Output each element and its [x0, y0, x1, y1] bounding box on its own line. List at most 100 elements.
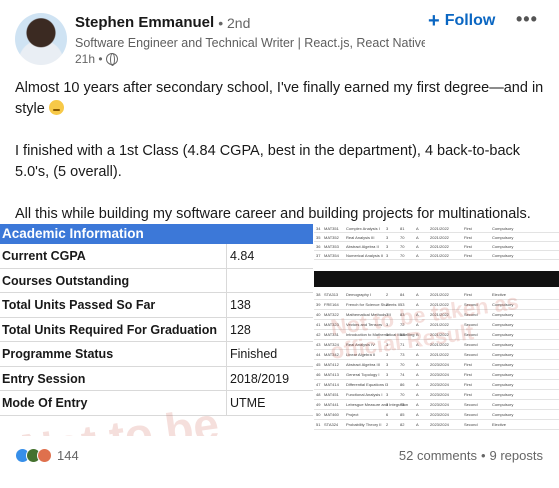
academic-row-value	[227, 269, 230, 293]
transcript-cell: 85	[400, 412, 405, 417]
academic-row-label: Courses Outstanding	[0, 268, 227, 292]
transcript-cell: 3	[386, 243, 389, 249]
transcript-cell: MAT451	[324, 392, 339, 397]
transcript-cell: 45	[316, 362, 321, 367]
transcript-cell: First	[464, 243, 472, 249]
academic-row-value: 2018/2019	[230, 371, 290, 386]
transcript-row: 35 MAT352 Real Analysis III 3 70 A 2021/2022 Fi…	[314, 233, 559, 242]
transcript-row: 46 MAT413 General Topology I 3 74 A 2023/2024 F…	[314, 370, 559, 380]
follow-label: Follow	[444, 12, 496, 29]
author-name[interactable]: Stephen Emmanuel	[75, 14, 214, 31]
academic-row: Total Units Passed So Far 138	[0, 293, 313, 318]
academic-row: Courses Outstanding	[0, 268, 313, 293]
transcript-cell: 47	[316, 382, 321, 387]
transcript-row: 48 MAT451 Functional Analysis I 3 70 A 2023/20…	[314, 390, 559, 400]
reaction-count: 144	[57, 448, 79, 463]
transcript-cell: 3	[386, 402, 389, 407]
transcript-cell: FRE164	[324, 302, 339, 307]
transcript-cell: Compulsory	[492, 412, 514, 417]
transcript-cell: Lebesgue Measure and Integration	[346, 402, 409, 407]
feed-post-card: Stephen Emmanuel • 2nd Software Engineer…	[0, 0, 559, 488]
transcript-cell: Compulsory	[492, 402, 514, 407]
transcript-cell: Compulsory	[492, 352, 514, 357]
transcript-cell: MAT353	[324, 243, 339, 249]
transcript-cell: 70	[400, 362, 405, 367]
transcript-cell: 36	[316, 243, 321, 249]
transcript-cell: Compulsory	[492, 372, 514, 377]
transcript-cell: 51	[316, 422, 321, 427]
transcript-cell: 37	[316, 252, 321, 258]
transcript-row: 51 STA324 Probability Theory II 2 82 A 2023/20…	[314, 420, 559, 430]
transcript-cell: First	[464, 392, 472, 397]
transcript-cell: 2023/2024	[430, 362, 449, 367]
transcript-cell: MAT413	[324, 372, 339, 377]
transcript-cell: French for Science Students II	[346, 302, 400, 307]
connection-degree: • 2nd	[218, 14, 251, 31]
transcript-cell: STA324	[324, 422, 339, 427]
transcript-cell: Elective	[492, 422, 507, 427]
transcript-cell: A	[416, 292, 419, 297]
academic-row-value: 138	[230, 298, 251, 312]
transcript-cell: 70	[400, 243, 405, 249]
post-text: Almost 10 years after secondary school, …	[15, 78, 545, 246]
transcript-cell: MAT460	[324, 412, 339, 417]
transcript-cell: 2023/2024	[430, 382, 449, 387]
post-image[interactable]: Academic Information Current CGPA 4.84 Cou…	[0, 224, 559, 436]
avatar[interactable]	[15, 13, 67, 65]
transcript-cell: 2021/2022	[430, 352, 449, 357]
transcript-cell: MAT354	[324, 252, 339, 258]
transcript-cell: Compulsory	[492, 392, 514, 397]
transcript-cell: MAT352	[324, 234, 339, 240]
transcript-cell: 2021/2022	[430, 252, 449, 258]
transcript-cell: 49	[316, 402, 321, 407]
transcript-cell: 42	[316, 332, 321, 337]
transcript-cell: A	[416, 382, 419, 387]
transcript-cell: Real Analysis III	[346, 234, 375, 240]
transcript-row: 47 MAT414 Differential Equations I 3 86 A 2023…	[314, 380, 559, 390]
transcript-cell: 41	[316, 322, 321, 327]
transcript-row: 34 MAT351 Complex Analysis I 3 81 A 2021/2022 F…	[314, 224, 559, 233]
transcript-cell: Second	[464, 412, 478, 417]
author-headline: Software Engineer and Technical Writer |…	[75, 36, 425, 50]
academic-row-label: Total Units Required For Graduation	[0, 317, 227, 341]
follow-button[interactable]: + Follow	[428, 10, 495, 32]
transcript-cell: Differential Equations I	[346, 382, 387, 387]
academic-row-label: Programme Status	[0, 342, 227, 366]
transcript-cell: 3	[386, 362, 389, 367]
transcript-cell: Second	[464, 352, 478, 357]
transcript-cell: 3	[386, 225, 389, 231]
transcript-cell: A	[416, 412, 419, 417]
transcript-cell: Abstract Algebra II	[346, 243, 379, 249]
post-time: 21h •	[75, 52, 103, 66]
transcript-cell: 70	[400, 392, 405, 397]
transcript-cell: Compulsory	[492, 382, 514, 387]
transcript-cell: MAT351	[324, 225, 339, 231]
transcript-cell: STA313	[324, 292, 339, 297]
academic-row-value: UTME	[230, 396, 266, 410]
academic-row: Current CGPA 4.84	[0, 244, 313, 269]
transcript-cell: Compulsory	[492, 362, 514, 367]
transcript-cell: 2023/2024	[430, 392, 449, 397]
transcript-cell: 40	[316, 312, 321, 317]
academic-header: Academic Information	[0, 224, 313, 244]
transcript-row: 36 MAT353 Abstract Algebra II 3 70 A 2021/2022…	[314, 242, 559, 251]
reactions-summary[interactable]: 144	[15, 448, 79, 463]
transcript-cell: 2023/2024	[430, 422, 449, 427]
more-options-button[interactable]: •••	[516, 9, 538, 30]
academic-row: Total Units Required For Graduation 128	[0, 317, 313, 342]
comments-link[interactable]: 52 comments	[399, 448, 477, 463]
transcript-cell: 81	[400, 225, 405, 231]
transcript-divider	[314, 271, 559, 287]
post-stats: 52 comments • 9 reposts	[399, 448, 543, 463]
transcript-cell: MAT414	[324, 382, 339, 387]
reposts-link[interactable]: 9 reposts	[490, 448, 543, 463]
transcript-cell: 35	[316, 234, 321, 240]
transcript-cell: 86	[400, 382, 405, 387]
transcript-cell: 84	[400, 292, 405, 297]
grin-emoji	[48, 100, 64, 115]
transcript-cell: Demography I	[346, 292, 372, 297]
transcript-cell: 44	[316, 352, 321, 357]
transcript-cell: 50	[316, 412, 321, 417]
transcript-cell: 46	[316, 372, 321, 377]
post-paragraph: Almost 10 years after secondary school, …	[15, 78, 545, 120]
